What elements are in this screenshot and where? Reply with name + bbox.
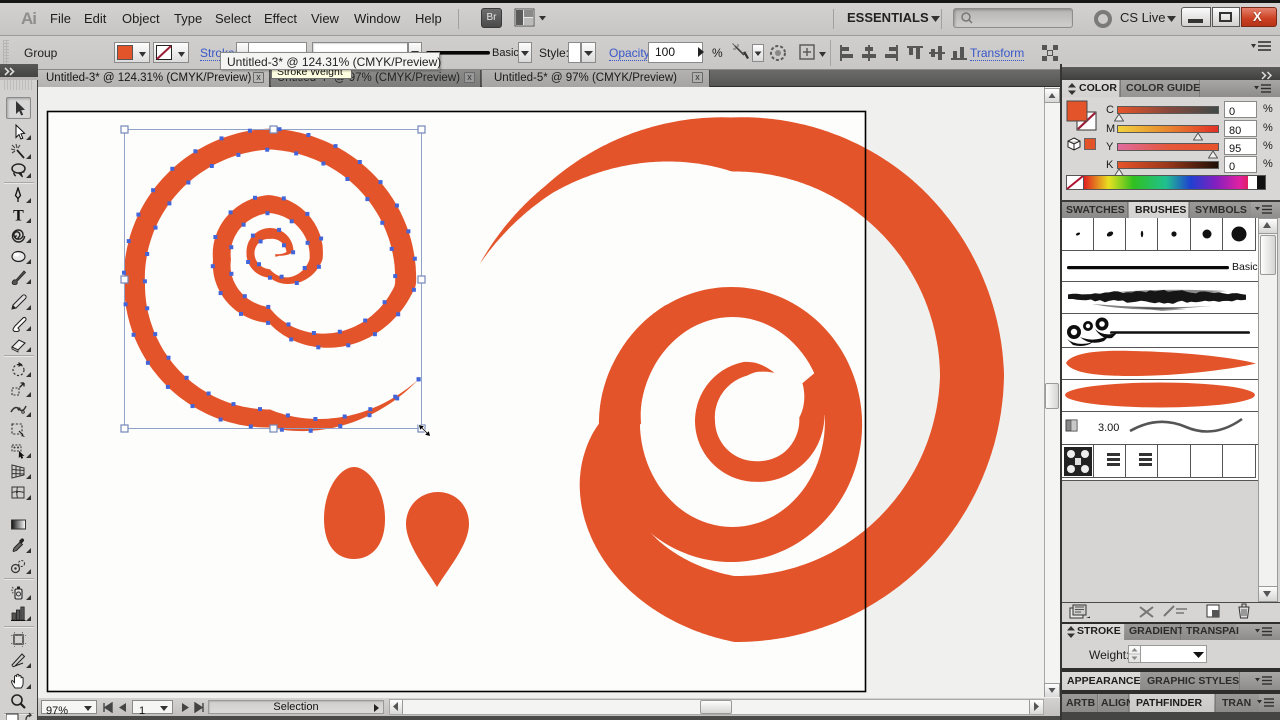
svg-text:3.00: 3.00 [1098, 422, 1119, 434]
svg-text:T: T [13, 208, 24, 225]
